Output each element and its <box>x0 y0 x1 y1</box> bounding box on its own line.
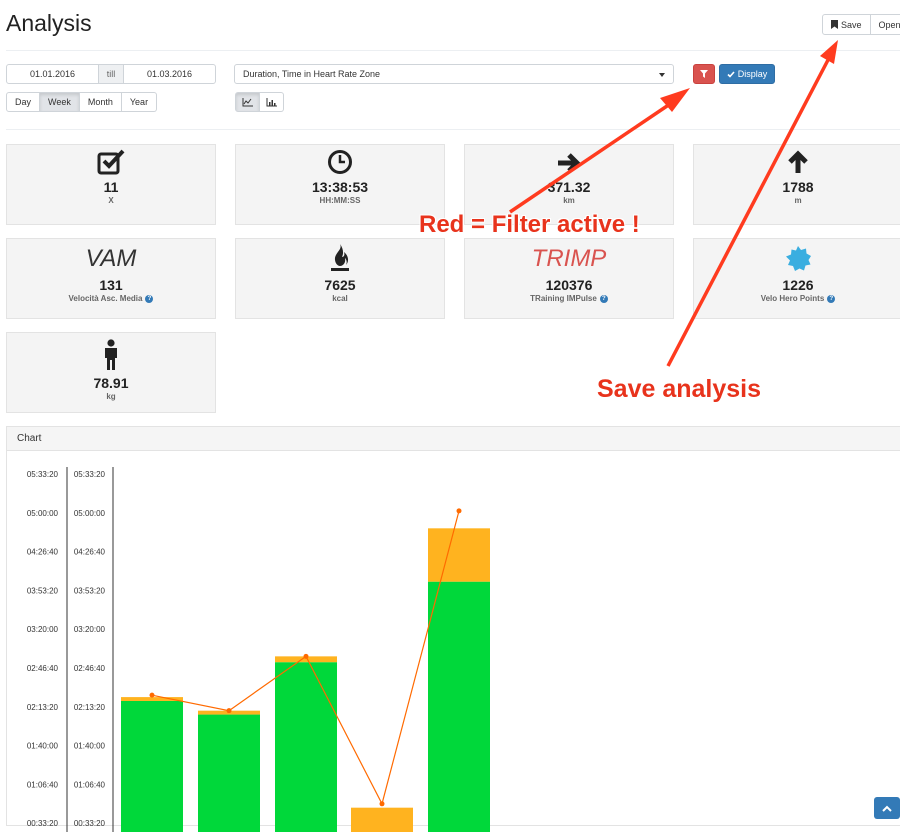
scroll-to-top-button[interactable] <box>874 797 900 819</box>
annotation-arrow-filter <box>509 102 671 214</box>
chevron-up-icon <box>882 805 892 812</box>
y-tick-label-right: 00:33:20 <box>74 819 106 828</box>
annotation-arrows <box>509 40 838 367</box>
annotation-filter-active: Red = Filter active ! <box>419 211 640 238</box>
annotation-arrowhead <box>820 40 838 64</box>
annotation-arrow-save <box>666 59 830 367</box>
y-tick-label-left: 00:33:20 <box>27 819 59 828</box>
annotation-save-analysis: Save analysis <box>597 375 762 403</box>
